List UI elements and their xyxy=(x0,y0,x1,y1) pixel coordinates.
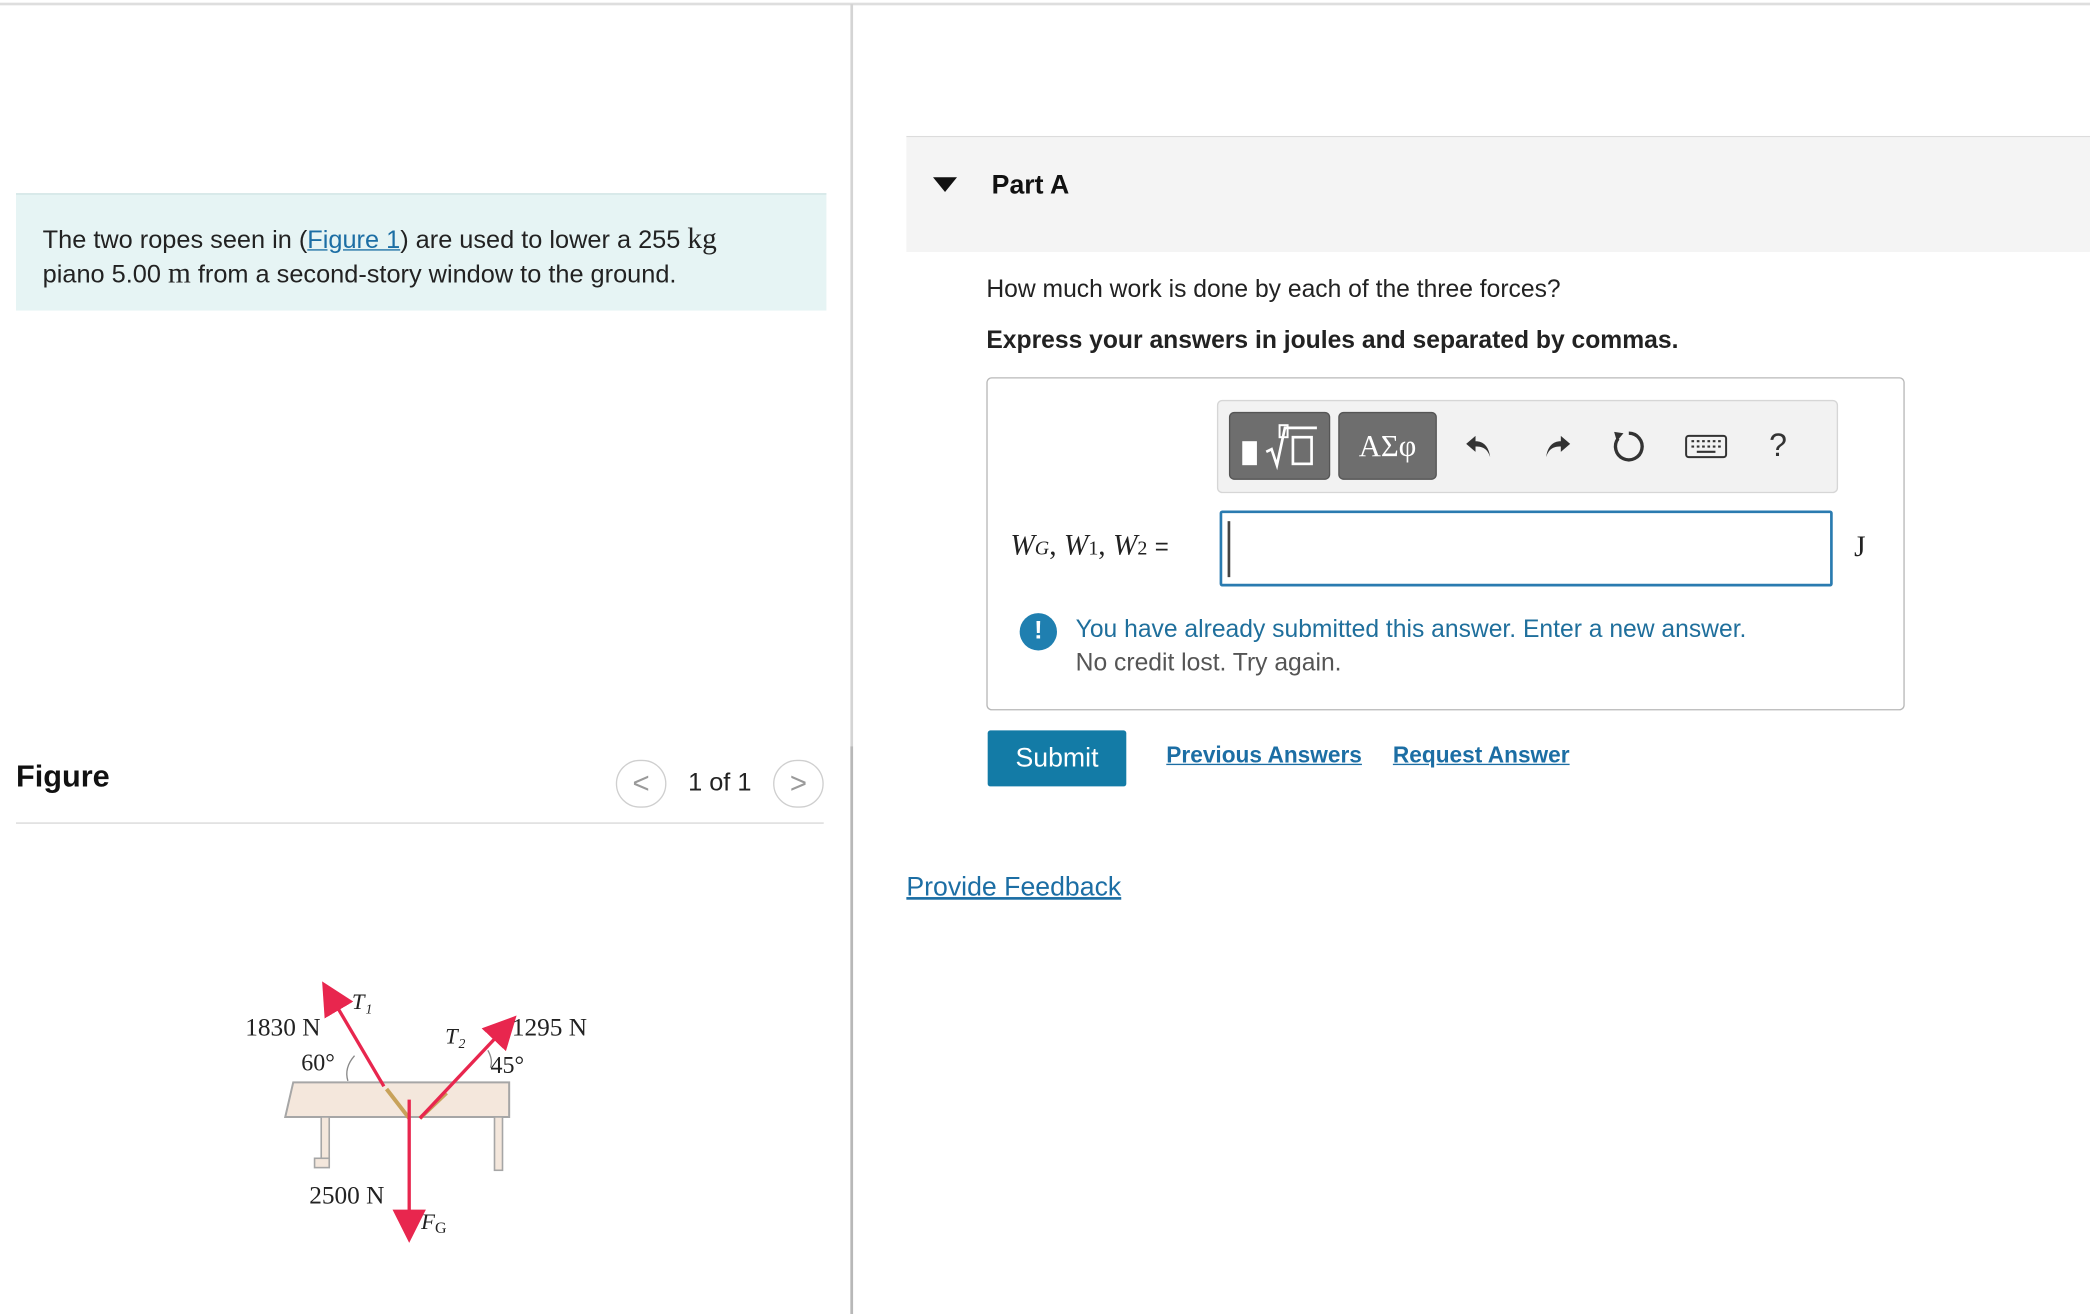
part-a-title[interactable]: Part A xyxy=(992,171,1070,202)
w-g-subscript: G xyxy=(1034,538,1050,560)
keyboard-icon[interactable] xyxy=(1679,423,1732,471)
t1-angle-label: 60° xyxy=(301,1050,335,1076)
instruction-text: Express your answers in joules and separ… xyxy=(986,325,1679,354)
submit-button[interactable]: Submit xyxy=(987,730,1127,787)
fg-vector-letter: F xyxy=(420,1209,436,1234)
comma-1: , xyxy=(1049,527,1064,562)
problem-intro: The two ropes seen in (Figure 1) are use… xyxy=(15,193,827,311)
w-1-subscript: 1 xyxy=(1088,538,1099,560)
math-toolbar: ΑΣφ ? xyxy=(1216,399,1839,494)
t1-angle-arc xyxy=(346,1055,356,1082)
fg-vector-label: FG xyxy=(420,1209,447,1237)
figure-link[interactable]: Figure 1 xyxy=(307,227,400,255)
intro-text-1: The two ropes seen in ( xyxy=(42,226,308,255)
reset-icon[interactable] xyxy=(1605,423,1653,471)
template-button[interactable] xyxy=(1228,411,1331,480)
figure-rule xyxy=(15,822,824,824)
undo-icon[interactable] xyxy=(1456,423,1504,471)
redo-icon[interactable] xyxy=(1533,423,1581,471)
answer-label: WG, W1, W2 = xyxy=(1010,528,1168,563)
prev-figure-button[interactable]: < xyxy=(615,759,667,808)
t2-force-label: 1295 N xyxy=(512,1014,587,1042)
fg-force-label: 2500 N xyxy=(309,1182,384,1210)
part-a-header[interactable] xyxy=(906,137,2090,252)
t1-force-label: 1830 N xyxy=(245,1014,320,1042)
greek-symbols-button[interactable]: ΑΣφ xyxy=(1338,411,1437,480)
t2-angle-label: 45° xyxy=(491,1053,525,1079)
equals-sign: = xyxy=(1154,533,1169,560)
previous-answers-link[interactable]: Previous Answers xyxy=(1166,742,1362,769)
mass-unit: kg xyxy=(687,221,717,255)
piano-pedal xyxy=(313,1157,331,1169)
unit-label: J xyxy=(1854,529,1866,563)
piano-force-diagram: 1830 N 60° T₁ 1295 N 45° T₂ 2500 N FG xyxy=(245,981,587,1243)
t2-vector-label: T₂ xyxy=(445,1024,466,1049)
intro-text-2: ) are used to lower a 255 xyxy=(400,226,688,255)
info-icon: ! xyxy=(1019,613,1057,651)
text-cursor xyxy=(1227,521,1231,578)
piano-leg-right xyxy=(493,1116,504,1172)
request-answer-link[interactable]: Request Answer xyxy=(1393,742,1570,769)
provide-feedback-link[interactable]: Provide Feedback xyxy=(906,873,1121,904)
notice-detail: No credit lost. Try again. xyxy=(1075,647,1342,676)
help-button[interactable]: ? xyxy=(1754,423,1802,471)
top-rule xyxy=(0,2,2090,6)
figure-page-indicator: 1 of 1 xyxy=(688,769,752,798)
question-text: How much work is done by each of the thr… xyxy=(986,274,1561,303)
t1-vector-label: T₁ xyxy=(352,989,372,1014)
template-icon xyxy=(1242,423,1317,470)
intro-text-3: piano 5.00 xyxy=(42,261,168,290)
w-1-symbol: W xyxy=(1063,527,1089,562)
page: The two ropes seen in (Figure 1) are use… xyxy=(0,0,2090,1314)
fg-vector-subscript: G xyxy=(435,1220,447,1237)
comma-2: , xyxy=(1098,527,1113,562)
w-g-symbol: W xyxy=(1010,527,1035,562)
w-2-subscript: 2 xyxy=(1137,538,1148,560)
pane-divider-handle[interactable] xyxy=(850,746,854,1314)
distance-unit: m xyxy=(167,255,191,290)
answer-input[interactable] xyxy=(1219,510,1833,587)
notice-message: You have already submitted this answer. … xyxy=(1075,614,1747,643)
next-figure-button[interactable]: > xyxy=(773,759,824,808)
figure-heading: Figure xyxy=(15,758,110,794)
intro-text-4: from a second-story window to the ground… xyxy=(190,261,677,290)
collapse-caret-icon[interactable] xyxy=(933,177,958,192)
w-2-symbol: W xyxy=(1112,527,1138,562)
figure-pager: < 1 of 1 > xyxy=(615,759,824,808)
